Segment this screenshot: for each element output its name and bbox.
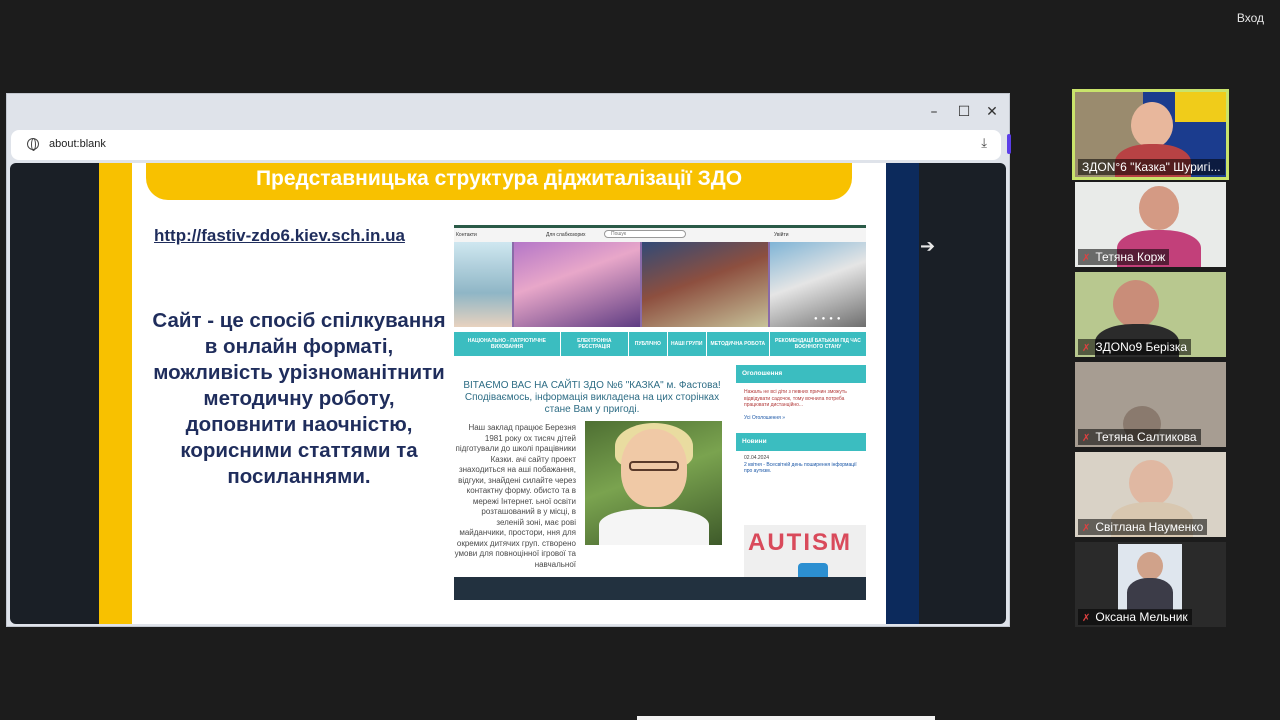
news-heading: Новини bbox=[736, 432, 866, 451]
mic-muted-icon: ✗ bbox=[1082, 433, 1091, 444]
mic-muted-icon: ✗ bbox=[1082, 613, 1091, 624]
participant-tile[interactable]: ✗ ЗДОNo9 Берізка bbox=[1075, 272, 1226, 357]
site-photo-4 bbox=[770, 242, 866, 327]
participant-name: ✗ Світлана Науменко bbox=[1078, 519, 1208, 535]
mic-muted-icon: ✗ bbox=[1082, 343, 1091, 354]
site-photo-2 bbox=[514, 242, 640, 327]
site-menu-item: ПУБЛІЧНО bbox=[629, 332, 668, 356]
participant-tile[interactable]: ✗ Світлана Науменко bbox=[1075, 452, 1226, 537]
slide-right-bar bbox=[886, 163, 919, 624]
announcements-link: Усі Оголошення » bbox=[744, 414, 786, 421]
announcements-heading: Оголошення bbox=[736, 365, 866, 383]
slide-title-banner: Представницька структура діджиталізації … bbox=[146, 163, 852, 200]
announcements-text: Нажаль не всі діти з певних причин зможу… bbox=[744, 389, 847, 408]
participant-tile[interactable]: ЗДОN°6 "Казка" Шуригі... bbox=[1072, 89, 1229, 180]
site-welcome-text: ВІТАЄМО ВАС НА САЙТІ ЗДО №6 "КАЗКА" м. Ф… bbox=[463, 380, 721, 415]
news-link: 2 квітня - Всесвітній день поширення інф… bbox=[744, 461, 857, 475]
mic-muted-icon: ✗ bbox=[1082, 523, 1091, 534]
participant-tile[interactable]: ✗ Тетяна Салтикова bbox=[1075, 362, 1226, 447]
site-menu-item: МЕТОДИЧНА РОБОТА bbox=[707, 332, 770, 356]
website-screenshot: Контакти Для слабкозорих Пошук Увійти ●●… bbox=[454, 225, 866, 600]
page-content: Представницька структура діджиталізації … bbox=[10, 163, 1006, 624]
site-menu-item: РЕКОМЕНДАЦІЇ БАТЬКАМ ПІД ЧАС ВОЄННОГО СТ… bbox=[775, 338, 861, 350]
site-search-box: Пошук bbox=[604, 230, 686, 238]
slide-body-text: Сайт - це спосіб спілкування в онлайн фо… bbox=[152, 309, 446, 488]
maximize-icon[interactable]: ☐ bbox=[955, 103, 973, 121]
director-photo bbox=[585, 421, 722, 545]
participant-tile[interactable]: ✗ Тетяна Корж bbox=[1075, 182, 1226, 267]
slider-dots: ●●●● bbox=[814, 316, 845, 322]
site-photo-strip: ●●●● bbox=[454, 242, 866, 327]
address-bar[interactable]: about:blank ⤓ bbox=[11, 130, 1011, 160]
sign-in-label[interactable]: Вход bbox=[1237, 11, 1264, 25]
site-menu-item: ЕЛЕКТРОННА РЕЄСТРАЦІЯ bbox=[561, 332, 629, 356]
participant-name: ✗ Тетяна Корж bbox=[1078, 249, 1170, 265]
close-icon[interactable]: ✕ bbox=[983, 103, 1001, 121]
site-nav-contacts: Контакти bbox=[456, 232, 477, 238]
site-link[interactable]: http://fastiv-zdo6.kiev.sch.in.ua bbox=[154, 226, 405, 246]
participant-name: ✗ Тетяна Салтикова bbox=[1078, 429, 1201, 445]
url-text[interactable]: about:blank bbox=[49, 138, 106, 150]
site-menu-item: НАЦІОНАЛЬНО - ПАТРІОТИЧНЕ ВИХОВАННЯ bbox=[454, 332, 561, 356]
shared-browser-window: – ☐ ✕ about:blank ⤓ Представницька струк… bbox=[6, 93, 1011, 627]
participant-tile[interactable]: ✗ Оксана Мельник bbox=[1075, 542, 1226, 627]
site-menu: НАЦІОНАЛЬНО - ПАТРІОТИЧНЕ ВИХОВАННЯ ЕЛЕК… bbox=[454, 332, 866, 356]
participant-name: ✗ ЗДОNo9 Берізка bbox=[1078, 339, 1192, 355]
news-date: 02.04.2024 bbox=[744, 454, 770, 461]
download-icon[interactable]: ⤓ bbox=[981, 136, 987, 151]
site-photo-3 bbox=[642, 242, 768, 327]
site-footer bbox=[454, 577, 866, 600]
mic-muted-icon: ✗ bbox=[1082, 253, 1091, 264]
site-sidebar: Оголошення Нажаль не всі діти з певних п… bbox=[736, 365, 866, 600]
slide-title: Представницька структура діджиталізації … bbox=[255, 167, 743, 190]
participant-name: ЗДОN°6 "Казка" Шуригі... bbox=[1078, 159, 1225, 175]
site-intro-text: Наш заклад працює Березня 1981 року ох т… bbox=[454, 423, 576, 569]
slide-left-bar bbox=[99, 163, 132, 624]
site-menu-item: НАШІ ГРУПИ bbox=[668, 332, 707, 356]
minimize-icon[interactable]: – bbox=[925, 103, 943, 121]
bottom-toolbar-strip bbox=[637, 716, 935, 720]
news-image-text: AUTISM bbox=[748, 529, 852, 556]
participant-name: ✗ Оксана Мельник bbox=[1078, 609, 1192, 625]
site-photo-1 bbox=[454, 242, 512, 327]
presentation-slide: Представницька структура діджиталізації … bbox=[99, 163, 919, 624]
site-nav-accessibility: Для слабкозорих bbox=[546, 232, 586, 238]
site-nav-login: Увійти bbox=[774, 232, 789, 238]
globe-icon bbox=[27, 138, 39, 151]
site-nav: Контакти Для слабкозорих Пошук Увійти bbox=[454, 228, 866, 242]
scrollbar-indicator[interactable] bbox=[1007, 134, 1011, 154]
arrow-right-icon[interactable]: ➔ bbox=[920, 236, 935, 257]
